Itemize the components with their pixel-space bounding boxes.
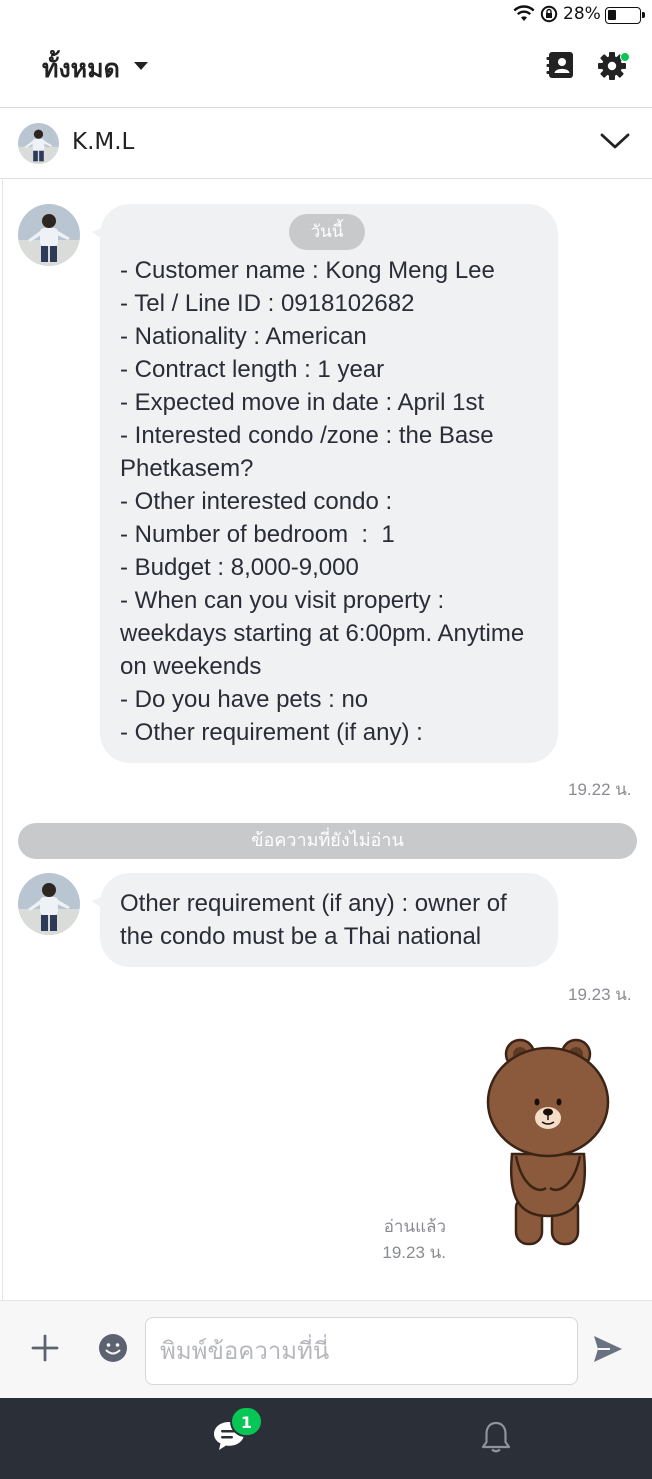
divider [2, 180, 3, 1300]
message-line: - Interested condo /zone : the Base Phet… [120, 422, 501, 482]
read-receipt: อ่านแล้ว [383, 1217, 446, 1237]
notification-dot [620, 52, 630, 62]
message-line: - Contract length : 1 year [120, 356, 385, 383]
battery-percent: 28% [563, 4, 601, 24]
message-time: 19.22 น. [568, 780, 632, 799]
brown-bear-sticker[interactable] [482, 1036, 614, 1248]
avatar[interactable] [18, 873, 80, 935]
chat-filter-dropdown[interactable]: ทั้งหมด [42, 49, 120, 89]
message-time: 19.23 น. [382, 1243, 446, 1262]
message-line: - When can you visit property : weekdays… [120, 587, 531, 680]
bottom-navigation: 1 [0, 1398, 652, 1479]
date-pill: วันนี้ [289, 214, 365, 250]
chevron-down-icon[interactable] [600, 131, 630, 151]
message-bubble[interactable]: Other requirement (if any) : owner of th… [92, 873, 558, 967]
message-line: Other requirement (if any) : owner of th… [120, 890, 514, 950]
message-time: 19.23 น. [568, 985, 632, 1004]
message-line: - Number of bedroom : 1 [120, 521, 395, 548]
plus-icon[interactable] [30, 1333, 60, 1363]
battery-icon [605, 7, 645, 24]
bell-icon[interactable] [480, 1420, 512, 1454]
rotation-lock-icon [540, 5, 558, 23]
header: ทั้งหมด [0, 32, 652, 108]
message-input[interactable] [145, 1317, 578, 1385]
message-line: - Tel / Line ID : 0918102682 [120, 290, 415, 317]
caret-down-icon[interactable] [134, 62, 148, 70]
unread-badge: 1 [230, 1406, 263, 1437]
message-line: - Budget : 8,000-9,000 [120, 554, 359, 581]
avatar[interactable] [18, 204, 80, 266]
message-input-bar [0, 1300, 652, 1398]
message-line: - Other interested condo : [120, 488, 393, 515]
chat-room-bar[interactable]: K.M.L [0, 109, 652, 179]
send-icon[interactable] [592, 1334, 624, 1364]
status-bar: 28% [0, 0, 652, 32]
message-line: - Expected move in date : April 1st [120, 389, 485, 416]
message-line: - Nationality : American [120, 323, 367, 350]
message-bubble[interactable]: วันนี้ - Customer name : Kong Meng Lee -… [92, 204, 558, 763]
avatar[interactable] [18, 123, 59, 164]
wifi-icon [513, 5, 535, 21]
message-line: - Do you have pets : no [120, 686, 369, 713]
contact-name: K.M.L [72, 129, 135, 155]
unread-divider: ข้อความที่ยังไม่อ่าน [18, 823, 637, 859]
message-line: - Customer name : Kong Meng Lee [120, 257, 495, 284]
emoji-icon[interactable] [98, 1333, 128, 1363]
message-line: - Other requirement (if any) : [120, 719, 423, 746]
contact-card-icon[interactable] [546, 50, 576, 80]
